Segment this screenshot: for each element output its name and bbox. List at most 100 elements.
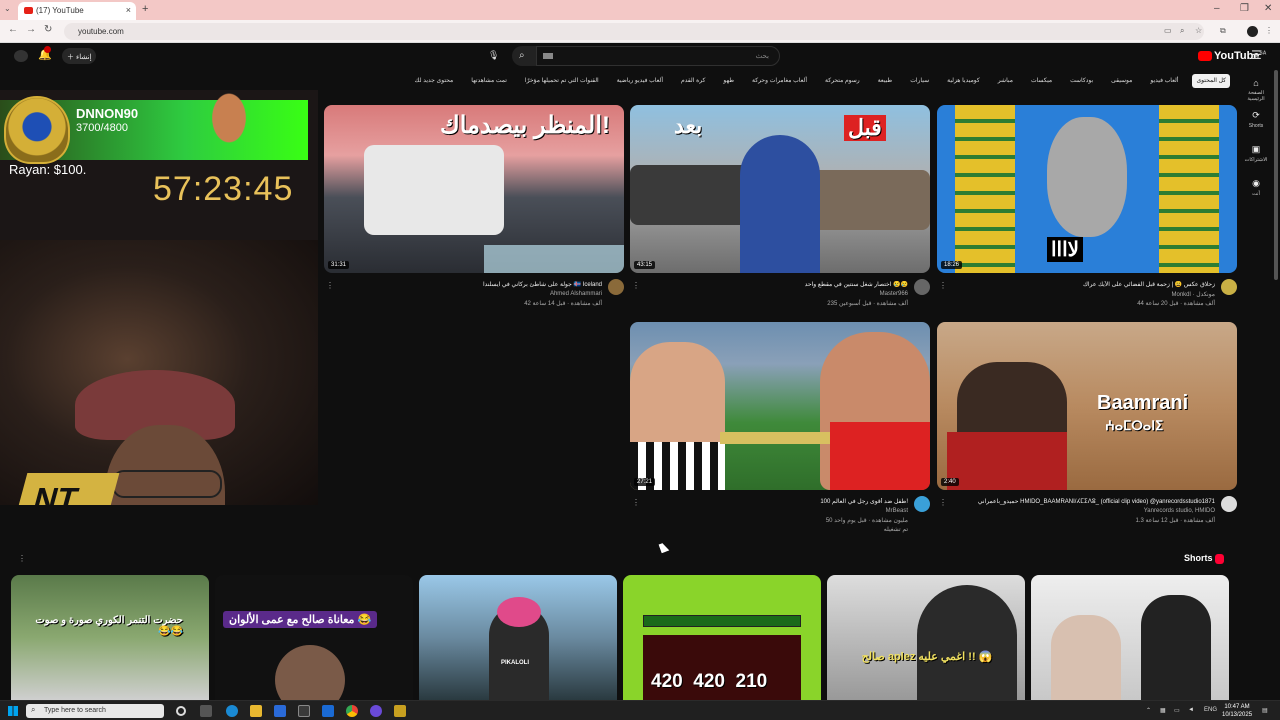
channel-name[interactable]: Yanrecords studio, HMIDO <box>1144 508 1215 514</box>
more-options-icon[interactable]: ⋮ <box>939 281 947 290</box>
microphone-icon[interactable]: 🎙 <box>488 50 499 61</box>
chip[interactable]: ألعاب فيديو رياضية <box>613 74 667 88</box>
reload-icon[interactable]: ↻ <box>44 24 52 35</box>
minimize-icon[interactable]: – <box>1214 3 1220 14</box>
chip[interactable]: ألعاب مغامرات وحركة <box>748 74 811 88</box>
video-card[interactable]: بعد قبل 43:15 اختصار شغل سنتين في مقطع و… <box>630 105 930 319</box>
search-input[interactable]: بحث <box>536 46 780 66</box>
chip[interactable]: رسوم متحركة <box>821 74 864 88</box>
maximize-icon[interactable]: ❐ <box>1240 3 1249 14</box>
sidebar-item-shorts[interactable]: ⟳ Shorts <box>1240 110 1272 129</box>
sidebar-item-you[interactable]: ◉ أنت <box>1240 178 1272 197</box>
chip[interactable]: مباشر <box>994 74 1017 88</box>
chip[interactable]: كرة القدم <box>677 74 709 88</box>
more-options-icon[interactable]: ⋮ <box>632 498 640 507</box>
cast-icon[interactable]: ▭ <box>1164 26 1172 35</box>
browser-menu-icon[interactable]: ⋮ <box>1265 26 1273 35</box>
channel-name[interactable]: MrBeast <box>886 508 908 514</box>
close-window-icon[interactable]: ✕ <box>1264 3 1272 14</box>
bookmark-star-icon[interactable]: ☆ <box>1195 26 1202 35</box>
battery-icon[interactable]: ▭ <box>1174 707 1180 714</box>
back-icon[interactable]: ← <box>8 24 18 35</box>
channel-avatar[interactable] <box>608 279 624 295</box>
sidebar-item-subscriptions[interactable]: ▣ الاشتراكات <box>1240 144 1272 163</box>
cortana-icon[interactable] <box>176 706 186 716</box>
chip[interactable]: محتوى جديد لك <box>411 74 458 88</box>
guide-menu-icon[interactable]: ☰ <box>1251 48 1262 62</box>
tab-close-icon[interactable]: × <box>126 5 131 15</box>
store-icon[interactable] <box>298 705 310 717</box>
sidebar-item-home[interactable]: ⌂ الصفحة الرئيسية <box>1240 78 1272 102</box>
video-thumbnail[interactable]: بعد قبل 43:15 <box>630 105 930 273</box>
user-avatar[interactable] <box>14 50 28 62</box>
new-tab-button[interactable]: + <box>142 3 148 15</box>
chip[interactable]: ميكسات <box>1027 74 1056 88</box>
browser-tab-youtube[interactable]: (17) YouTube × <box>18 2 136 20</box>
file-explorer-icon[interactable] <box>250 705 262 717</box>
profile-avatar[interactable] <box>1247 26 1258 37</box>
tab-search-icon[interactable]: ⌄ <box>4 4 11 13</box>
forward-icon[interactable]: → <box>26 24 36 35</box>
notification-center-icon[interactable]: ▤ <box>1262 707 1268 714</box>
chip[interactable]: طهو <box>719 74 738 88</box>
volume-icon[interactable]: ◄ <box>1188 707 1194 713</box>
edge-icon[interactable] <box>226 705 238 717</box>
short-card[interactable] <box>1031 575 1229 700</box>
video-title[interactable]: جولة على شاطئ بركاني في آيسلندا 🇮🇸 Icela… <box>342 281 602 288</box>
channel-name[interactable]: Monkdl · مونكدل <box>1172 291 1216 298</box>
taskbar-search-input[interactable]: ⌕ Type here to search <box>26 704 164 718</box>
create-button[interactable]: ＋ إنشاء <box>62 48 96 64</box>
video-thumbnail[interactable]: المنظر بيصدماك! 31:31 <box>324 105 624 273</box>
chip[interactable]: بودكاست <box>1066 74 1097 88</box>
app-icon[interactable] <box>274 705 286 717</box>
chip[interactable]: موسيقى <box>1107 74 1136 88</box>
video-card[interactable]: المنظر بيصدماك! 31:31 جولة على شاطئ بركا… <box>324 105 624 319</box>
chip[interactable]: كوميديا هزلية <box>943 74 984 88</box>
language-indicator[interactable]: ENG <box>1204 707 1217 713</box>
discord-icon[interactable] <box>370 705 382 717</box>
channel-avatar[interactable] <box>1221 279 1237 295</box>
video-card[interactable]: 27:21 100 طفل ضد أقوى رجل في العالم! MrB… <box>630 322 930 536</box>
clock[interactable]: 10:47 AM 10/13/2025 <box>1222 703 1252 719</box>
video-card[interactable]: Baamrani ⵄⴰⵎⵔⴰⵏⵉ 2:40 حميدو_باعمراني HMI… <box>937 322 1237 536</box>
outlook-icon[interactable] <box>322 705 334 717</box>
task-view-icon[interactable] <box>200 705 212 717</box>
channel-avatar[interactable] <box>1221 496 1237 512</box>
notifications-bell-icon[interactable]: 🔔 <box>38 46 52 61</box>
channel-avatar[interactable] <box>914 279 930 295</box>
video-thumbnail[interactable]: Baamrani ⵄⴰⵎⵔⴰⵏⵉ 2:40 <box>937 322 1237 490</box>
short-card[interactable]: PIKALOLI <box>419 575 617 700</box>
chip[interactable]: طبيعة <box>874 74 897 88</box>
app-icon[interactable] <box>394 705 406 717</box>
video-title[interactable]: 100 طفل ضد أقوى رجل في العالم! <box>648 498 908 505</box>
more-options-icon[interactable]: ⋮ <box>939 498 947 507</box>
video-title[interactable]: حميدو_باعمراني HMIDO_BAAMRANI/ⵃⵎⵉⴷⵓ_ (of… <box>955 498 1215 505</box>
short-card[interactable]: 420 420 210 <box>623 575 821 700</box>
video-title[interactable]: اختصار شغل سنتين في مقطع واحد 😢😢 <box>648 281 908 288</box>
more-options-icon[interactable]: ⋮ <box>632 281 640 290</box>
channel-name[interactable]: Ahmed Alshammari <box>550 291 602 297</box>
overlay-more-icon[interactable]: ⋮ <box>18 554 26 563</box>
chip[interactable]: سيارات <box>906 74 933 88</box>
url-input[interactable]: youtube.com <box>64 23 1204 40</box>
chip-all[interactable]: كل المحتوى <box>1192 74 1230 88</box>
keyboard-icon[interactable] <box>543 53 553 59</box>
video-thumbnail[interactable]: لاااا 18:26 <box>937 105 1237 273</box>
short-card[interactable]: معاناة صالح مع عمى الألوان 😂 <box>215 575 413 700</box>
channel-name[interactable]: Master966 <box>880 291 908 297</box>
short-card[interactable]: حضرت التنمر الكوري صورة و صوت 😂😂 <box>11 575 209 700</box>
extensions-icon[interactable]: ⧉ <box>1220 26 1226 36</box>
video-card[interactable]: لاااا 18:26 زحلاق عكس 😩 | زحمة قبل الفضا… <box>937 105 1237 319</box>
chrome-icon[interactable] <box>346 705 358 717</box>
network-icon[interactable]: ▦ <box>1160 707 1166 714</box>
short-card[interactable]: صالح aplez اغمي عليه !! 😱 <box>827 575 1025 700</box>
chip[interactable]: القنوات التي تم تحميلها مؤخرًا <box>521 74 603 88</box>
more-options-icon[interactable]: ⋮ <box>326 281 334 290</box>
video-thumbnail[interactable]: 27:21 <box>630 322 930 490</box>
zoom-icon[interactable]: ⌕ <box>1180 26 1184 36</box>
chip[interactable]: ألعاب فيديو <box>1146 74 1182 88</box>
page-scrollbar[interactable] <box>1274 70 1278 280</box>
windows-start-icon[interactable] <box>8 706 18 716</box>
search-button[interactable]: ⌕ <box>512 46 536 66</box>
tray-chevron-icon[interactable]: ⌃ <box>1146 707 1151 714</box>
